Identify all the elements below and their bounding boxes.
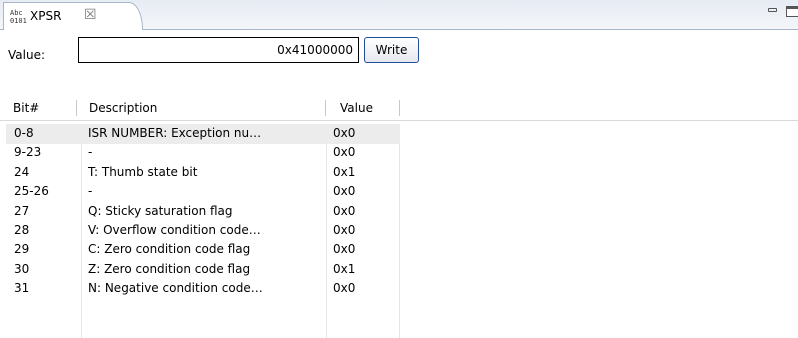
cell-bit: 29 — [14, 242, 30, 257]
table-row[interactable]: 28 V: Overflow condition code… 0x0 — [0, 221, 798, 240]
column-separator[interactable] — [325, 100, 326, 116]
table-row[interactable]: 24 T: Thumb state bit 0x1 — [0, 163, 798, 182]
table-row[interactable]: 30 Z: Zero condition code flag 0x1 — [0, 260, 798, 279]
cell-value[interactable]: 0x1 — [333, 163, 355, 182]
cell-bit: 25-26 — [14, 184, 49, 199]
cell-bit: 27 — [14, 203, 30, 218]
value-input[interactable]: 0x41000000 — [78, 37, 359, 63]
cell-description: - — [88, 184, 93, 199]
column-separator[interactable] — [76, 100, 77, 116]
cell-value[interactable]: 0x0 — [333, 221, 355, 240]
cell-description: N: Negative condition code… — [88, 281, 263, 296]
cell-bit: 9-23 — [14, 145, 42, 160]
table-header: Bit# Description Value — [0, 96, 798, 121]
cell-description: Z: Zero condition code flag — [88, 261, 251, 276]
cell-description: V: Overflow condition code… — [88, 222, 261, 237]
cell-value[interactable]: 0x0 — [333, 240, 355, 259]
cell-value[interactable]: 0x0 — [333, 202, 355, 221]
view-tab-bar: Abc 0101 XPSR ☒ — [0, 0, 798, 30]
table-row[interactable]: 29 C: Zero condition code flag 0x0 — [0, 240, 798, 259]
cell-description: - — [88, 145, 93, 160]
cell-description: C: Zero condition code flag — [88, 242, 251, 257]
cell-bit: 0-8 — [14, 126, 34, 140]
column-header-bit[interactable]: Bit# — [6, 96, 76, 120]
cell-value[interactable]: 0x0 — [333, 182, 355, 201]
cell-value[interactable]: 0x0 — [333, 143, 355, 162]
table-row[interactable]: 0-8 ISR NUMBER: Exception nu… 0x0 — [0, 124, 798, 144]
table-row[interactable]: 27 Q: Sticky saturation flag 0x0 — [0, 202, 798, 221]
maximize-icon[interactable] — [786, 6, 798, 17]
column-header-value[interactable]: Value — [333, 96, 398, 120]
register-icon: Abc 0101 — [10, 9, 27, 25]
cell-description: ISR NUMBER: Exception nu… — [88, 126, 262, 140]
cell-value[interactable]: 0x1 — [333, 260, 355, 279]
column-header-description[interactable]: Description — [82, 96, 325, 120]
table-row[interactable]: 9-23 - 0x0 — [0, 143, 798, 162]
cell-description: T: Thumb state bit — [88, 164, 198, 179]
tab-xpsr[interactable]: Abc 0101 XPSR ☒ — [3, 2, 143, 30]
table-row[interactable]: 31 N: Negative condition code… 0x0 — [0, 279, 798, 298]
cell-description: Q: Sticky saturation flag — [88, 203, 233, 218]
column-separator[interactable] — [399, 100, 400, 116]
close-icon[interactable]: ☒ — [84, 7, 97, 23]
cell-bit: 28 — [14, 222, 30, 237]
write-button[interactable]: Write — [364, 37, 419, 63]
register-table: 0-8 ISR NUMBER: Exception nu… 0x0 9-23 -… — [0, 124, 798, 299]
minimize-icon[interactable] — [767, 6, 778, 17]
cell-bit: 31 — [14, 281, 30, 296]
cell-bit: 30 — [14, 261, 30, 276]
cell-value[interactable]: 0x0 — [333, 279, 355, 298]
cell-value[interactable]: 0x0 — [333, 124, 355, 143]
table-row[interactable]: 25-26 - 0x0 — [0, 182, 798, 201]
tab-title: XPSR — [30, 9, 62, 23]
cell-bit: 24 — [14, 164, 30, 179]
value-label: Value: — [8, 48, 45, 62]
